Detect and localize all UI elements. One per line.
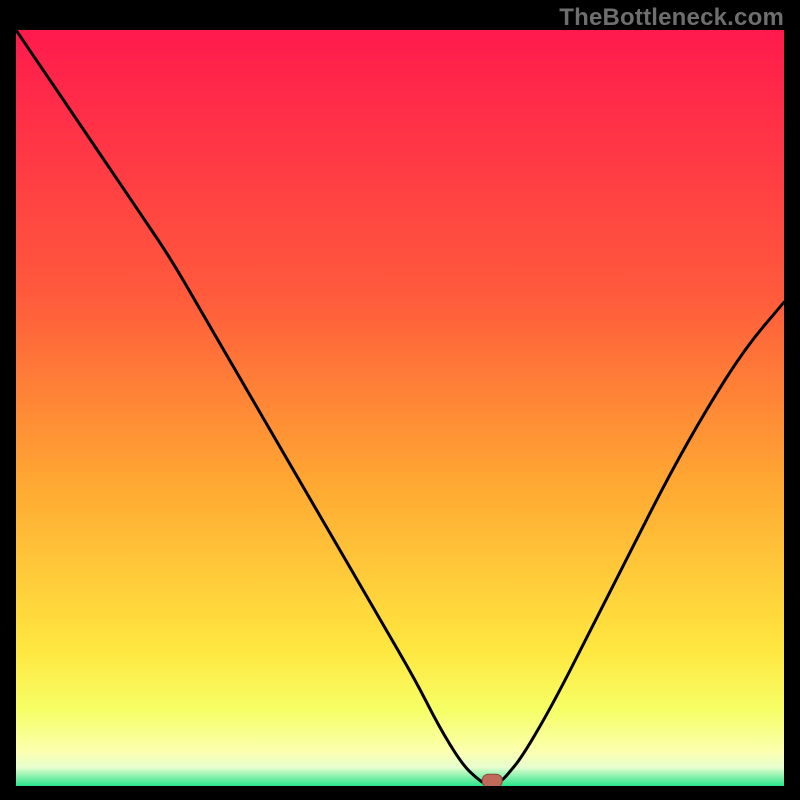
gradient-background [16,30,784,786]
watermark-text: TheBottleneck.com [559,4,784,32]
bottleneck-chart [16,30,784,786]
plot-area [16,30,784,786]
chart-stage: TheBottleneck.com [0,0,800,800]
optimal-point-marker [482,774,502,786]
